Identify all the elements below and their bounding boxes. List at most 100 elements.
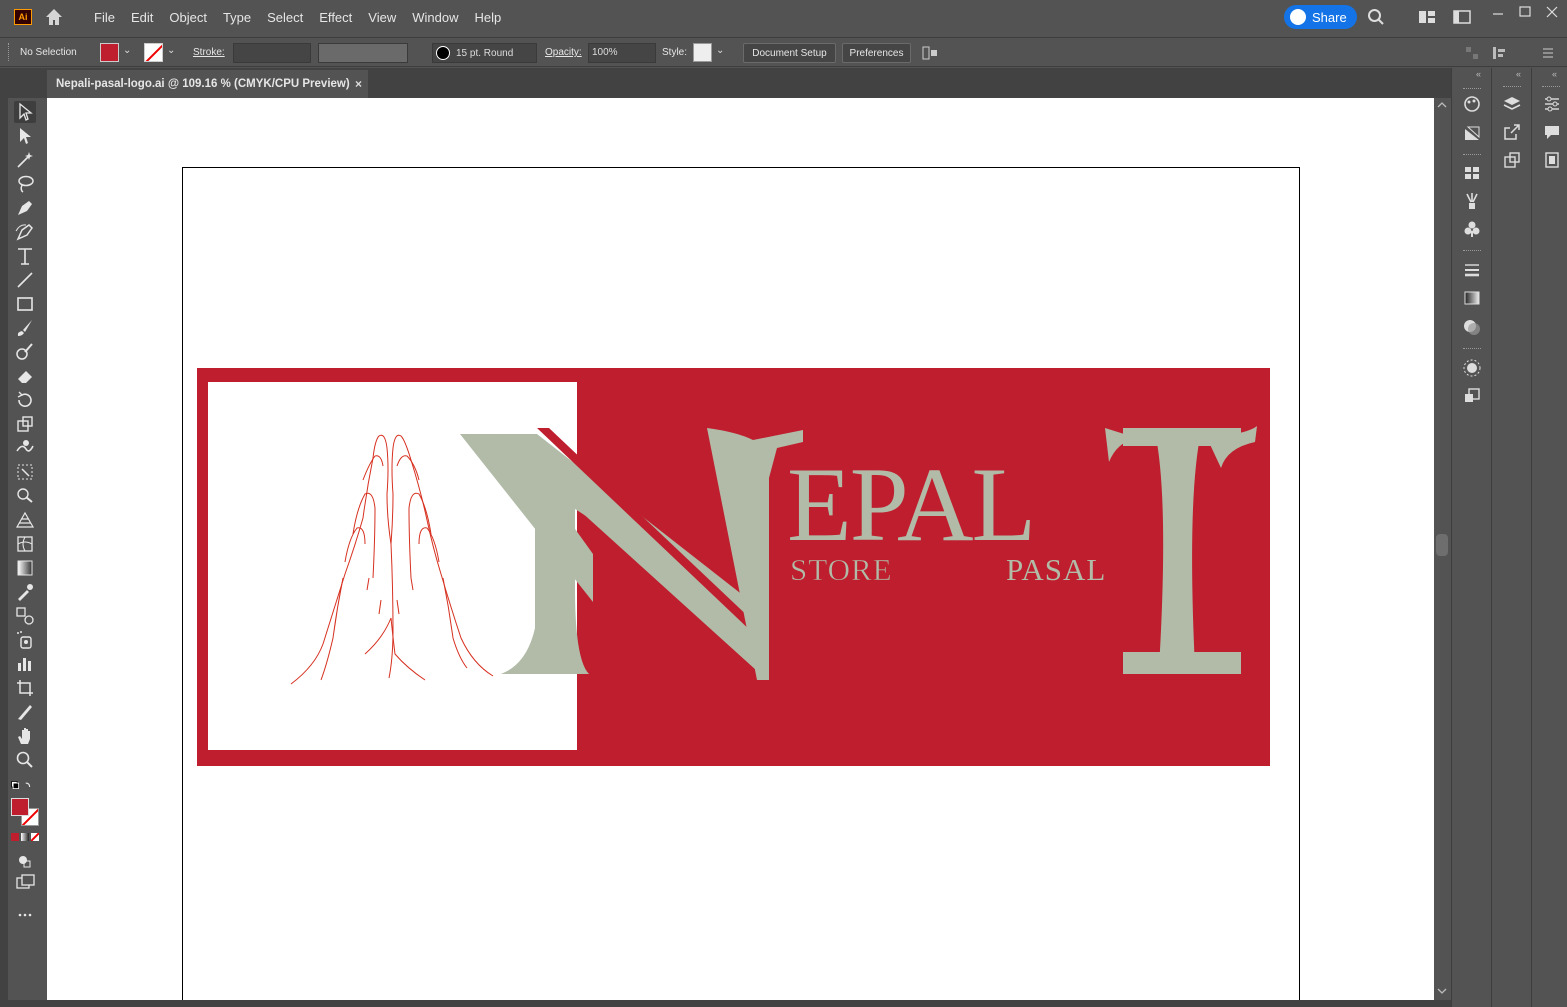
color-theme-icon[interactable] <box>1462 123 1482 143</box>
artboards-icon[interactable] <box>1502 150 1522 170</box>
gradient-tool-icon[interactable] <box>14 557 36 579</box>
libraries-icon[interactable] <box>1542 150 1562 170</box>
swap-default-colors-icon[interactable] <box>10 776 38 798</box>
appearance-icon[interactable] <box>1462 358 1482 378</box>
panel-grip[interactable] <box>1503 86 1521 89</box>
menu-edit[interactable]: Edit <box>123 10 161 25</box>
panel-grip[interactable] <box>1463 348 1481 351</box>
symbols-icon[interactable] <box>1462 219 1482 239</box>
preferences-button[interactable]: Preferences <box>842 43 911 63</box>
comments-icon[interactable] <box>1542 122 1562 142</box>
collapse-icon[interactable]: « <box>1552 69 1557 79</box>
eraser-tool-icon[interactable] <box>14 365 36 387</box>
selection-tool-icon[interactable] <box>14 101 36 123</box>
slice-tool-icon[interactable] <box>14 701 36 723</box>
direct-selection-tool-icon[interactable] <box>14 125 36 147</box>
scale-tool-icon[interactable] <box>14 413 36 435</box>
layers-icon[interactable] <box>1502 94 1522 114</box>
collapse-icon[interactable]: « <box>1476 69 1481 79</box>
graphic-style-swatch[interactable] <box>693 43 712 62</box>
panel-grip[interactable] <box>1463 88 1481 91</box>
transparency-icon[interactable] <box>1462 317 1482 337</box>
menu-object[interactable]: Object <box>161 10 215 25</box>
arrange-icon[interactable] <box>1464 45 1480 61</box>
type-tool-icon[interactable] <box>14 245 36 267</box>
arrange-documents-icon[interactable] <box>1418 8 1436 26</box>
document-tab[interactable]: Nepali-pasal-logo.ai @ 109.16 % (CMYK/CP… <box>47 70 368 98</box>
panel-grip[interactable] <box>1463 250 1481 253</box>
stroke-dropdown-icon[interactable]: ⌄ <box>167 45 175 56</box>
free-transform-tool-icon[interactable] <box>14 461 36 483</box>
menu-select[interactable]: Select <box>259 10 311 25</box>
panel-grip[interactable] <box>1542 86 1560 89</box>
edit-toolbar-icon[interactable] <box>14 904 36 926</box>
curvature-tool-icon[interactable] <box>14 221 36 243</box>
fill-color-box[interactable] <box>11 798 29 816</box>
vertical-scrollbar[interactable] <box>1434 98 1450 1000</box>
panel-grip[interactable] <box>1463 154 1481 157</box>
draw-mode-icon[interactable] <box>14 850 36 872</box>
artboard-tool-icon[interactable] <box>14 677 36 699</box>
home-icon[interactable] <box>44 7 64 27</box>
gradient-panel-icon[interactable] <box>1462 288 1482 308</box>
shape-builder-tool-icon[interactable] <box>14 485 36 507</box>
none-mode-icon[interactable] <box>31 833 39 841</box>
warp-tool-icon[interactable] <box>14 437 36 459</box>
nepali-pasal-logo[interactable]: EPAL STORE PASAL <box>197 368 1270 766</box>
magic-wand-tool-icon[interactable] <box>14 149 36 171</box>
scroll-thumb[interactable] <box>1436 534 1448 556</box>
share-button[interactable]: Share <box>1284 5 1357 29</box>
mesh-tool-icon[interactable] <box>14 533 36 555</box>
color-guide-icon[interactable] <box>1462 94 1482 114</box>
shaper-tool-icon[interactable] <box>14 341 36 363</box>
opacity-field[interactable]: 100% <box>588 43 656 63</box>
menu-help[interactable]: Help <box>466 10 509 25</box>
paintbrush-tool-icon[interactable] <box>14 317 36 339</box>
export-icon[interactable] <box>1502 122 1522 142</box>
menu-file[interactable]: File <box>86 10 123 25</box>
lasso-tool-icon[interactable] <box>14 173 36 195</box>
close-tab-icon[interactable]: × <box>355 77 362 91</box>
close-window-icon[interactable] <box>1543 3 1561 21</box>
brushes-icon[interactable] <box>1462 191 1482 211</box>
minimize-icon[interactable] <box>1489 5 1507 23</box>
gradient-mode-icon[interactable] <box>21 833 29 841</box>
fill-dropdown-icon[interactable]: ⌄ <box>123 45 131 56</box>
control-bar-grip[interactable] <box>8 43 12 61</box>
maximize-icon[interactable] <box>1516 3 1534 21</box>
hand-tool-icon[interactable] <box>14 725 36 747</box>
opacity-label[interactable]: Opacity: <box>545 47 582 58</box>
perspective-grid-tool-icon[interactable] <box>14 509 36 531</box>
scroll-down-icon[interactable] <box>1436 986 1448 996</box>
screen-mode-icon[interactable] <box>14 872 36 894</box>
style-dropdown-icon[interactable]: ⌄ <box>716 45 724 56</box>
symbol-sprayer-tool-icon[interactable] <box>14 629 36 651</box>
rectangle-tool-icon[interactable] <box>14 293 36 315</box>
pen-tool-icon[interactable] <box>14 197 36 219</box>
variable-width-profile[interactable] <box>318 43 408 63</box>
panel-menu-icon[interactable] <box>1540 45 1556 61</box>
column-graph-tool-icon[interactable] <box>14 653 36 675</box>
distribute-icon[interactable] <box>1491 45 1507 61</box>
workspace-switcher-icon[interactable] <box>1453 8 1471 26</box>
stroke-weight-field[interactable] <box>233 43 311 63</box>
graphic-styles-icon[interactable] <box>1462 386 1482 406</box>
swatches-icon[interactable] <box>1462 163 1482 183</box>
stroke-label[interactable]: Stroke: <box>193 47 225 58</box>
color-mode-icon[interactable] <box>11 833 19 841</box>
menu-effect[interactable]: Effect <box>311 10 360 25</box>
eyedropper-tool-icon[interactable] <box>14 581 36 603</box>
line-tool-icon[interactable] <box>14 269 36 291</box>
align-icon[interactable] <box>921 44 939 62</box>
menu-window[interactable]: Window <box>404 10 466 25</box>
canvas[interactable]: EPAL STORE PASAL <box>47 98 1434 1000</box>
fill-swatch[interactable] <box>100 43 119 62</box>
document-setup-button[interactable]: Document Setup <box>743 43 836 63</box>
rotate-tool-icon[interactable] <box>14 389 36 411</box>
menu-type[interactable]: Type <box>215 10 259 25</box>
menu-view[interactable]: View <box>360 10 404 25</box>
brush-definition[interactable]: 15 pt. Round <box>432 43 537 63</box>
scroll-up-icon[interactable] <box>1436 100 1448 110</box>
collapse-icon[interactable]: « <box>1516 69 1521 79</box>
properties-icon[interactable] <box>1542 94 1562 114</box>
